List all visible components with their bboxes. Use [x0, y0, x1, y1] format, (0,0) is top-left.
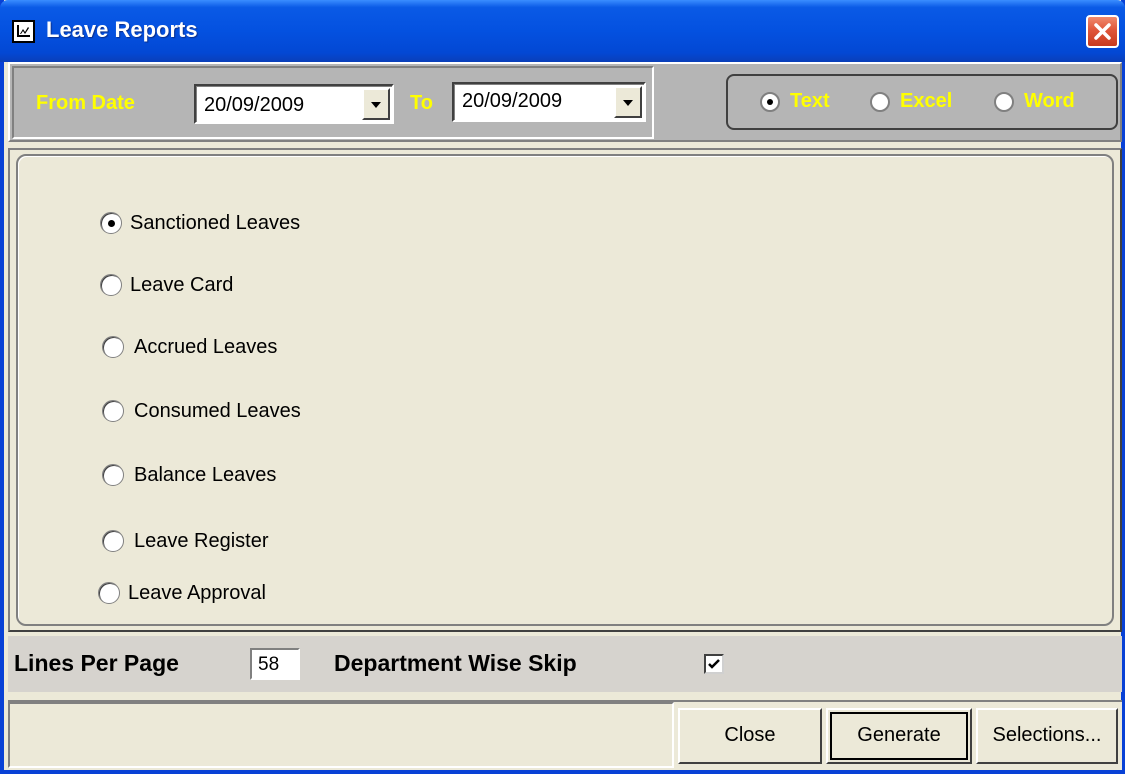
selections-button-label: Selections... — [992, 724, 1102, 746]
option-radio[interactable] — [102, 336, 124, 358]
format-word-radio[interactable] — [994, 92, 1014, 112]
selections-button[interactable]: Selections... — [976, 708, 1118, 764]
option-radio[interactable] — [100, 212, 122, 234]
option-label[interactable]: Consumed Leaves — [134, 400, 301, 423]
option-label[interactable]: Leave Register — [134, 530, 269, 553]
format-excel-label[interactable]: Excel — [900, 90, 952, 113]
option-label[interactable]: Leave Card — [130, 274, 233, 297]
report-type-group: Sanctioned Leaves Leave Card Accrued Lea… — [16, 154, 1114, 626]
report-window-icon — [12, 20, 35, 43]
from-date-value: 20/09/2009 — [204, 94, 305, 116]
option-label[interactable]: Sanctioned Leaves — [130, 212, 300, 235]
to-date-value: 20/09/2009 — [462, 90, 563, 112]
option-radio[interactable] — [102, 400, 124, 422]
format-text-radio[interactable] — [760, 92, 780, 112]
close-button-label: Close — [724, 724, 776, 746]
print-options-row: Lines Per Page 58 Department Wise Skip — [8, 636, 1122, 692]
to-date-label: To — [410, 92, 433, 114]
from-date-dropdown-button[interactable] — [362, 88, 390, 120]
option-radio[interactable] — [102, 530, 124, 552]
option-radio[interactable] — [102, 464, 124, 486]
to-date-combo[interactable]: 20/09/2009 — [452, 82, 646, 122]
button-bar: Close Generate Selections... — [8, 700, 1122, 770]
option-label[interactable]: Balance Leaves — [134, 464, 276, 487]
title-bar[interactable]: Leave Reports — [0, 0, 1125, 62]
option-label[interactable]: Accrued Leaves — [134, 336, 277, 359]
report-type-panel: Sanctioned Leaves Leave Card Accrued Lea… — [8, 148, 1122, 632]
status-area — [8, 702, 674, 768]
output-format-group: Text Excel Word — [726, 74, 1118, 130]
format-excel-radio[interactable] — [870, 92, 890, 112]
format-text-label[interactable]: Text — [790, 90, 830, 113]
leave-reports-window: Leave Reports From Date 20/09/2009 To 20… — [0, 0, 1125, 774]
window-title: Leave Reports — [46, 17, 198, 42]
close-icon — [1094, 23, 1111, 40]
option-label[interactable]: Leave Approval — [128, 582, 266, 605]
close-window-button[interactable] — [1086, 15, 1119, 48]
from-date-label: From Date — [36, 92, 135, 114]
department-wise-skip-label: Department Wise Skip — [334, 650, 577, 676]
chevron-down-icon — [623, 100, 633, 106]
date-range-panel: From Date 20/09/2009 To 20/09/2009 Text … — [8, 62, 1122, 142]
to-date-dropdown-button[interactable] — [614, 86, 642, 118]
department-wise-skip-checkbox[interactable] — [704, 654, 724, 674]
lines-per-page-input[interactable]: 58 — [250, 648, 300, 680]
generate-button-label: Generate — [857, 724, 941, 746]
lines-per-page-label: Lines Per Page — [14, 650, 179, 676]
option-radio[interactable] — [98, 582, 120, 604]
format-word-label[interactable]: Word — [1024, 90, 1075, 113]
close-button[interactable]: Close — [678, 708, 822, 764]
checkmark-icon — [708, 659, 720, 669]
option-radio[interactable] — [100, 274, 122, 296]
date-range-group: From Date 20/09/2009 To 20/09/2009 — [12, 66, 654, 139]
generate-button[interactable]: Generate — [826, 708, 972, 764]
chevron-down-icon — [371, 102, 381, 108]
from-date-combo[interactable]: 20/09/2009 — [194, 84, 394, 124]
